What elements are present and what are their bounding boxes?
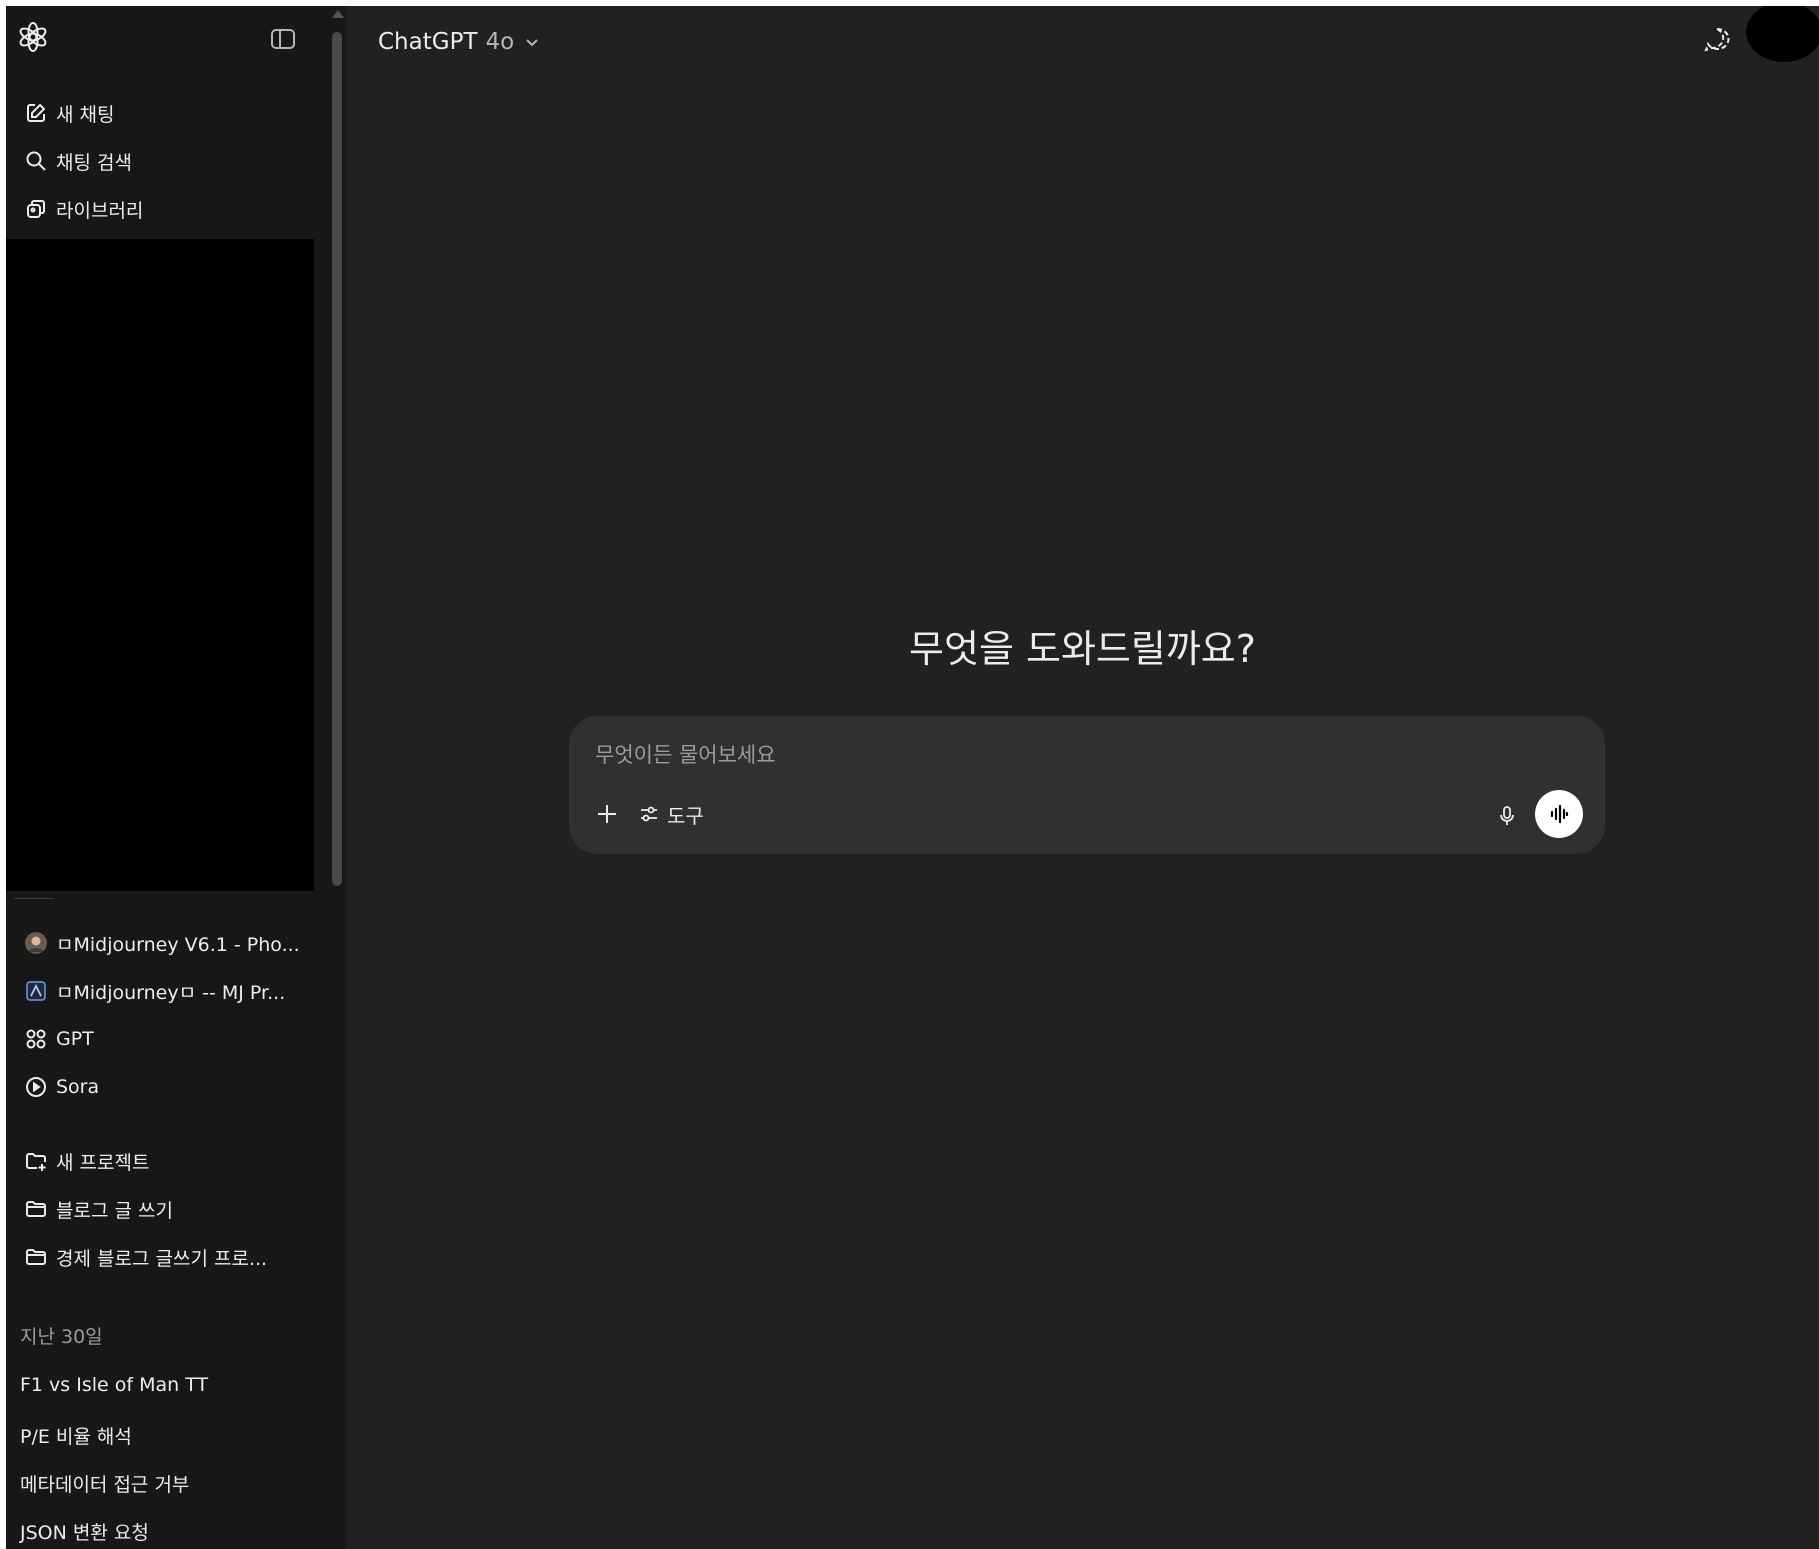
- microphone-icon: [1500, 806, 1514, 825]
- sidebar-item-gpt-midjourney-photo[interactable]: ㅁMidjourney V6.1 - Pho...: [16, 920, 316, 966]
- sidebar-item-label: 경제 블로그 글쓰기 프로...: [56, 1247, 268, 1270]
- composer: 도구: [569, 716, 1605, 854]
- voice-mode-button[interactable]: [1535, 790, 1583, 838]
- prompt-input[interactable]: [593, 734, 1497, 776]
- sidebar-item-label: 새 채팅: [56, 103, 115, 126]
- sidebar: 새 채팅 채팅 검색 라이브러리 ㅁMidjourney V6.1 - Pho.…: [6, 6, 346, 1549]
- scroll-up-arrow-icon[interactable]: [332, 10, 344, 18]
- redacted-area: [6, 239, 314, 891]
- greeting-heading: 무엇을 도와드릴까요?: [909, 627, 1256, 671]
- voice-waveform-icon: [1550, 804, 1569, 824]
- sidebar-divider: [14, 898, 54, 899]
- chat-history-item[interactable]: 메타데이터 접근 거부: [20, 1470, 189, 1497]
- dictate-button[interactable]: [1489, 798, 1525, 834]
- sidebar-item-new-project[interactable]: 새 프로젝트: [16, 1138, 316, 1184]
- chatgpt-window: 새 채팅 채팅 검색 라이브러리 ㅁMidjourney V6.1 - Pho.…: [6, 6, 1819, 1549]
- model-selector[interactable]: ChatGPT 4o: [378, 24, 540, 60]
- search-icon: [24, 149, 48, 173]
- sidebar-item-label: ㅁMidjourney V6.1 - Pho...: [56, 933, 300, 956]
- model-name: ChatGPT: [378, 29, 478, 55]
- main-panel: ChatGPT 4o 무엇을 도와드릴까요? 무엇이든 물어보세요 도구: [346, 6, 1819, 1549]
- sidebar-item-new-chat[interactable]: 새 채팅: [16, 90, 316, 136]
- mj-icon: [24, 979, 48, 1003]
- sliders-icon: [641, 806, 657, 822]
- sidebar-scrollbar[interactable]: [328, 6, 346, 1549]
- sidebar-item-search-chats[interactable]: 채팅 검색: [16, 138, 316, 184]
- sidebar-item-label: Sora: [56, 1076, 100, 1098]
- tools-button[interactable]: 도구: [639, 798, 704, 830]
- screen: 새 채팅 채팅 검색 라이브러리 ㅁMidjourney V6.1 - Pho.…: [0, 0, 1819, 1549]
- play-circle-icon: [24, 1075, 48, 1099]
- plus-icon: [598, 805, 616, 823]
- user-avatar[interactable]: [1746, 6, 1819, 62]
- folder-icon: [24, 1197, 48, 1221]
- sidebar-item-gpt-midjourney-prompt[interactable]: ㅁMidjourneyㅁ -- MJ Pr...: [16, 968, 316, 1014]
- sidebar-header: [6, 6, 326, 66]
- folder-icon: [24, 1245, 48, 1269]
- sidebar-item-label: 라이브러리: [56, 199, 144, 222]
- sidebar-toggle-icon[interactable]: [270, 26, 296, 52]
- library-icon: [24, 197, 48, 221]
- sidebar-item-label: GPT: [56, 1028, 94, 1050]
- sidebar-item-label: 블로그 글 쓰기: [56, 1199, 173, 1222]
- sidebar-item-gpt[interactable]: GPT: [16, 1016, 316, 1062]
- history-section-title: 지난 30일: [20, 1326, 103, 1348]
- grid-icon: [24, 1027, 48, 1051]
- tools-label: 도구: [667, 803, 704, 828]
- chat-history-item[interactable]: JSON 변환 요청: [20, 1518, 149, 1545]
- sidebar-item-label: ㅁMidjourneyㅁ -- MJ Pr...: [56, 981, 286, 1004]
- model-version: 4o: [485, 29, 515, 55]
- sidebar-item-label: 새 프로젝트: [56, 1151, 150, 1174]
- sidebar-item-project-blog[interactable]: 블로그 글 쓰기: [16, 1186, 316, 1232]
- chat-history-item[interactable]: F1 vs Isle of Man TT: [20, 1374, 208, 1396]
- edit-icon: [24, 101, 48, 125]
- chevron-down-icon: [526, 39, 538, 47]
- sidebar-item-library[interactable]: 라이브러리: [16, 186, 316, 232]
- sidebar-item-label: 채팅 검색: [56, 151, 132, 174]
- temporary-chat-icon[interactable]: [1701, 24, 1733, 56]
- scrollbar-thumb[interactable]: [332, 32, 342, 886]
- chat-history-item[interactable]: P/E 비율 해석: [20, 1422, 132, 1449]
- folder-plus-icon: [24, 1149, 48, 1173]
- attach-button[interactable]: [591, 798, 623, 830]
- openai-logo-icon[interactable]: [18, 22, 48, 52]
- avatar-icon: [24, 931, 48, 955]
- sidebar-item-sora[interactable]: Sora: [16, 1064, 316, 1110]
- sidebar-item-project-economy-blog[interactable]: 경제 블로그 글쓰기 프로...: [16, 1234, 316, 1280]
